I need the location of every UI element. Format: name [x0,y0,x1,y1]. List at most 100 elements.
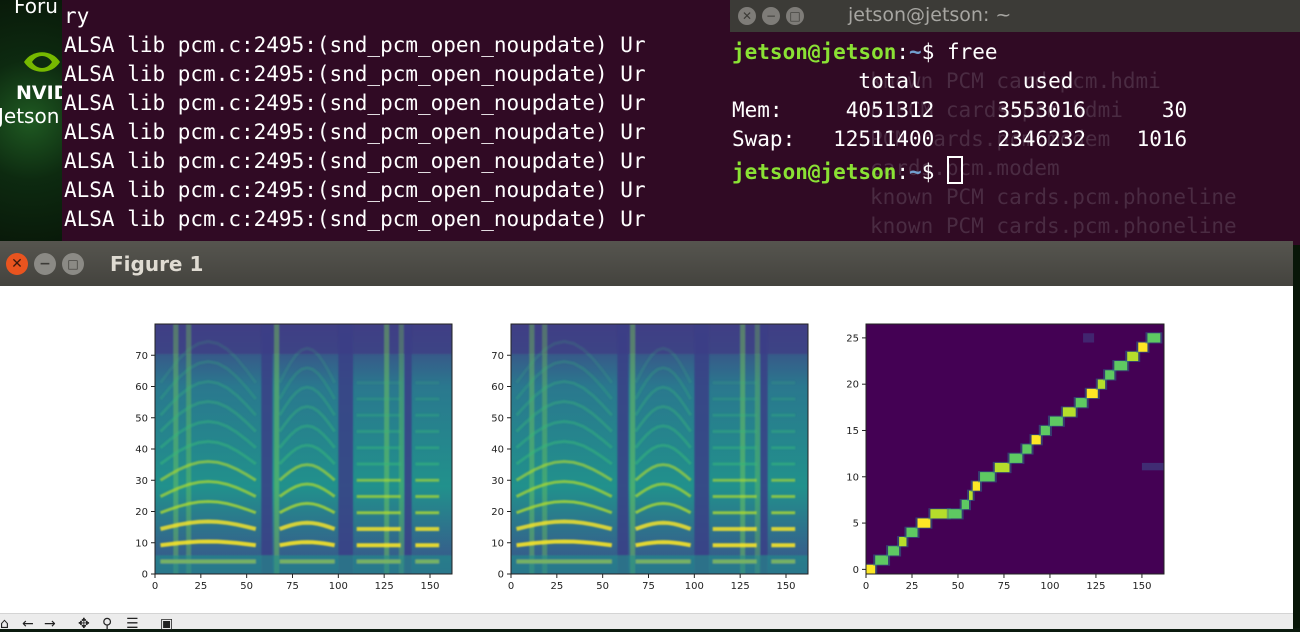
heatmap-transient [630,324,636,574]
y-tick-label: 70 [491,351,504,362]
terminal-front-window[interactable]: ✕ − □ jetson@jetson: ~ known PCM card.pc… [730,0,1300,245]
alignment-artifact [1083,333,1095,343]
nvidia-logo-icon [24,52,60,72]
x-tick-label: 0 [863,581,869,592]
heatmap-transient [186,324,192,574]
y-tick-label: 20 [135,507,148,518]
y-tick-label: 0 [142,570,148,581]
y-tick-label: 20 [491,507,504,518]
alignment-cell [866,564,876,574]
y-tick-label: 40 [491,445,504,456]
y-tick-label: 40 [135,445,148,456]
x-tick-label: 0 [508,581,514,592]
x-tick-label: 50 [952,581,965,592]
free-header-row: total used [732,69,1074,93]
terminal-ghost-text: known PCM cards.pcm.phoneline [870,214,1237,238]
y-tick-label: 10 [846,472,859,483]
alignment-cell [1097,379,1106,389]
home-icon[interactable]: ⌂ [0,617,9,631]
subplot-3: 0 25 50 75 100 125 150 0 5 10 15 20 25 [846,323,1165,592]
alignment-cell [1075,398,1087,408]
terminal-back-line: ALSA lib pcm.c:2495:(snd_pcm_open_noupda… [64,91,646,115]
y-tick-label: 0 [853,565,859,576]
terminal-maximize-button[interactable]: □ [786,7,804,25]
alignment-cell [994,462,1010,473]
alignment-cell [1062,407,1076,417]
terminal-back-line: ALSA lib pcm.c:2495:(snd_pcm_open_noupda… [64,33,646,57]
figure-maximize-button[interactable]: □ [62,252,84,275]
heatmap-silence [404,324,412,574]
alignment-cell [906,527,918,537]
prompt-line-2[interactable]: jetson@jetson:~$ [732,156,963,184]
terminal-back-output: ry ALSA lib pcm.c:2495:(snd_pcm_open_noup… [62,2,762,234]
y-tick-label: 60 [491,382,504,393]
x-tick-label: 100 [329,581,348,592]
x-tick-label: 25 [550,581,563,592]
alignment-cell [917,518,931,528]
subplot-1: 0 25 50 75 100 125 150 0 10 20 30 40 50 60 70 [135,323,453,592]
terminal-back-line: ALSA lib pcm.c:2495:(snd_pcm_open_noupda… [64,149,646,173]
y-tick-label: 10 [491,538,504,549]
alignment-cell [1105,370,1115,380]
y-tick-label: 0 [498,570,504,581]
x-tick-label: 75 [998,581,1011,592]
alignment-cell [1031,435,1041,445]
free-swap-row: Swap: 12511400 2346232 1016 [732,127,1188,151]
terminal-close-button[interactable]: ✕ [738,7,756,25]
terminal-cursor [946,156,963,184]
pan-icon[interactable]: ✥ [78,617,90,631]
y-tick-label: 5 [853,519,859,530]
figure-close-button[interactable]: ✕ [6,252,28,275]
alignment-artifact [1141,462,1164,471]
y-tick-label: 30 [491,476,504,487]
figure-title: Figure 1 [110,252,204,276]
x-tick-label: 25 [194,581,207,592]
alignment-cell [888,546,900,556]
alignment-cell [1086,388,1098,399]
heatmap-silence [617,324,629,574]
x-tick-label: 50 [596,581,609,592]
y-tick-label: 30 [135,476,148,487]
y-tick-label: 10 [135,538,148,549]
terminal-back-window[interactable]: ry ALSA lib pcm.c:2495:(snd_pcm_open_noup… [62,0,762,245]
alignment-cell [1114,361,1128,371]
back-arrow-icon[interactable]: ← [22,617,34,631]
x-tick-label: 150 [420,581,439,592]
x-tick-label: 150 [776,581,795,592]
forward-arrow-icon[interactable]: → [44,617,56,631]
save-icon[interactable]: ▣ [160,617,173,631]
terminal-titlebar[interactable]: ✕ − □ jetson@jetson: ~ [730,0,1300,32]
figure-titlebar[interactable]: ✕ − □ Figure 1 [0,241,1293,286]
desktop-label-forum: Foru [14,0,58,18]
command-text: free [946,40,998,64]
figure-window[interactable]: ✕ − □ Figure 1 0 25 50 75 100 125 150 0 10 20 30 40… [0,241,1293,631]
x-tick-label: 75 [642,581,655,592]
x-tick-label: 75 [286,581,299,592]
alignment-cell [980,472,995,482]
alignment-cell [875,555,889,565]
heatmap-silence [760,324,768,574]
x-tick-label: 0 [152,581,158,592]
heatmap-region [155,555,452,574]
x-tick-label: 50 [240,581,253,592]
figure-minimize-button[interactable]: − [34,252,56,275]
x-tick-label: 100 [685,581,704,592]
terminal-minimize-button[interactable]: − [762,7,780,25]
terminal-back-line: ALSA lib pcm.c:2495:(snd_pcm_open_noupda… [64,178,646,202]
alignment-cell [972,481,981,491]
alignment-cell [969,490,973,500]
zoom-icon[interactable]: ⚲ [102,617,112,631]
y-tick-label: 15 [846,426,859,437]
y-tick-label: 50 [135,413,148,424]
terminal-title: jetson@jetson: ~ [848,4,1012,26]
prompt-line-1: jetson@jetson:~$ free [732,40,998,64]
alignment-cell [1040,425,1050,436]
free-mem-row: Mem: 4051312 3553016 30 [732,98,1188,122]
x-tick-label: 125 [731,581,750,592]
x-tick-label: 25 [906,581,919,592]
terminal-back-line: ALSA lib pcm.c:2495:(snd_pcm_open_noupda… [64,62,646,86]
configure-subplots-icon[interactable]: ☰ [126,617,139,631]
figure-plots: 0 25 50 75 100 125 1500102030405060700 25 50 75 10… [135,323,1165,592]
alignment-cell [1138,342,1148,352]
figure-canvas[interactable]: 0 25 50 75 100 125 150 0 10 20 30 40 50 60 70 0 25 50 75 10… [0,286,1293,613]
